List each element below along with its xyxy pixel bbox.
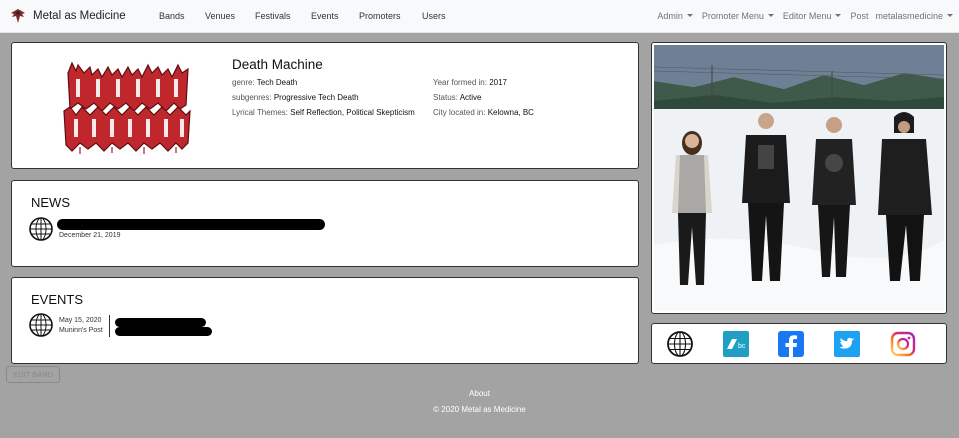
nav-user-menus: Admin Promoter Menu Editor Menu Post met… xyxy=(657,11,953,21)
band-info-card: Death Machine genre: Tech Death subgenre… xyxy=(11,42,639,169)
brand-name: Metal as Medicine xyxy=(33,10,126,22)
nav-festivals[interactable]: Festivals xyxy=(255,11,291,21)
city-label: City located in: xyxy=(433,108,486,117)
promoter-menu-label: Promoter Menu xyxy=(701,11,764,21)
svg-text:bc: bc xyxy=(738,343,746,350)
subgenres-field: subgenres: Progressive Tech Death xyxy=(232,93,359,102)
footer-about-link[interactable]: About xyxy=(0,389,959,398)
nav-events[interactable]: Events xyxy=(311,11,339,21)
subgenres-label: subgenres: xyxy=(232,93,272,102)
chevron-down-icon xyxy=(686,14,693,18)
chevron-down-icon xyxy=(947,14,953,18)
events-title: EVENTS xyxy=(31,292,84,307)
events-card: EVENTS May 15, 2020 Muninn's Post xyxy=(11,277,639,364)
nav-promoters[interactable]: Promoters xyxy=(359,11,401,21)
edit-band-button[interactable]: EDIT BAND xyxy=(6,366,60,383)
news-card: NEWS December 21, 2019 xyxy=(11,180,639,267)
instagram-icon[interactable] xyxy=(890,331,916,357)
genre-field: genre: Tech Death xyxy=(232,78,297,87)
user-dropdown-label: metalasmedicine xyxy=(875,11,943,21)
themes-field: Lyrical Themes: Self Reflection, Politic… xyxy=(232,108,415,117)
news-date: December 21, 2019 xyxy=(59,232,121,239)
year-field: Year formed in: 2017 xyxy=(433,78,507,87)
redacted-event-venue[interactable] xyxy=(115,327,212,336)
subgenres-value: Progressive Tech Death xyxy=(273,93,359,102)
band-name: Death Machine xyxy=(232,57,323,72)
brand-logo-icon xyxy=(11,9,25,23)
user-dropdown[interactable]: metalasmedicine xyxy=(875,11,953,21)
top-navbar: Metal as Medicine Bands Venues Festivals… xyxy=(0,0,959,33)
brand-link[interactable]: Metal as Medicine xyxy=(8,5,126,27)
redacted-news-headline[interactable] xyxy=(57,219,325,230)
city-field: City located in: Kelowna, BC xyxy=(433,108,534,117)
editor-menu-label: Editor Menu xyxy=(782,11,832,21)
event-date: May 15, 2020 xyxy=(59,317,102,324)
band-logo xyxy=(63,61,191,154)
promoter-menu-dropdown[interactable]: Promoter Menu xyxy=(702,11,774,21)
chevron-down-icon xyxy=(767,14,774,18)
chevron-down-icon xyxy=(835,14,842,18)
admin-dropdown-label: Admin xyxy=(657,11,683,21)
genre-label: genre: xyxy=(232,78,255,87)
facebook-icon[interactable] xyxy=(778,331,804,357)
bandcamp-icon[interactable]: bc xyxy=(723,331,749,357)
footer-copyright: © 2020 Metal as Medicine xyxy=(433,405,526,414)
genre-value: Tech Death xyxy=(256,78,298,87)
year-label: Year formed in: xyxy=(433,78,487,87)
status-label: Status: xyxy=(433,93,458,102)
divider xyxy=(109,315,110,337)
themes-label: Lyrical Themes: xyxy=(232,108,289,117)
nav-venues[interactable]: Venues xyxy=(205,11,235,21)
themes-value: Self Reflection, Political Skepticism xyxy=(290,108,415,117)
globe-icon xyxy=(29,217,53,241)
status-field: Status: Active xyxy=(433,93,481,102)
globe-icon[interactable] xyxy=(667,331,693,357)
editor-menu-dropdown[interactable]: Editor Menu xyxy=(783,11,842,21)
nav-bands[interactable]: Bands xyxy=(159,11,185,21)
year-value: 2017 xyxy=(489,78,507,87)
band-photo-card xyxy=(651,42,947,314)
event-author: Muninn's Post xyxy=(59,327,103,334)
globe-icon xyxy=(29,313,53,337)
status-value: Active xyxy=(459,93,482,102)
admin-dropdown[interactable]: Admin xyxy=(657,11,693,21)
nav-users[interactable]: Users xyxy=(422,11,446,21)
news-title: NEWS xyxy=(31,195,70,210)
redacted-event-title[interactable] xyxy=(115,318,206,327)
city-value: Kelowna, BC xyxy=(487,108,534,117)
post-link[interactable]: Post xyxy=(850,11,868,21)
band-photo xyxy=(654,45,944,311)
twitter-icon[interactable] xyxy=(834,331,860,357)
social-links-card: bc xyxy=(651,323,947,364)
